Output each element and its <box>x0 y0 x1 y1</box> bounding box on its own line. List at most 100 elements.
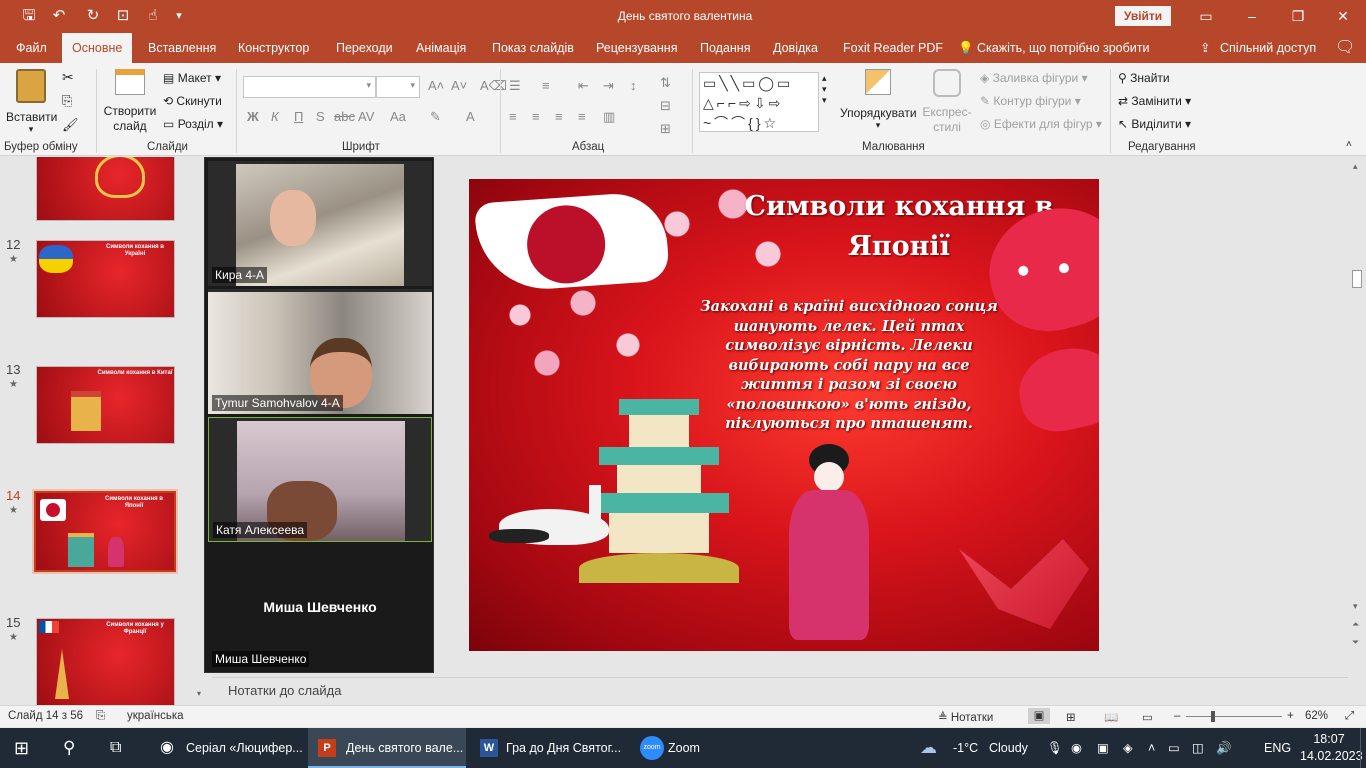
weather-temp[interactable]: -1°C <box>953 728 978 768</box>
copy-icon[interactable]: ⎘ <box>62 93 72 109</box>
slide-thumbnail-selected[interactable]: Символи кохання в Японії <box>32 489 178 574</box>
save-icon[interactable]: 🖫 <box>18 6 40 26</box>
signin-button[interactable]: Увійти <box>1115 6 1171 26</box>
grow-font-icon[interactable]: A˄ <box>428 78 444 93</box>
restore-icon[interactable]: ❐ <box>1275 0 1321 33</box>
fit-slide-icon[interactable]: ⤢ <box>1345 710 1354 723</box>
task-view-icon[interactable]: ⧉ <box>110 728 121 768</box>
share-button[interactable]: Спільний доступ <box>1220 33 1316 63</box>
network-icon[interactable]: ◫ <box>1192 728 1204 768</box>
redo-icon[interactable]: ↻ <box>82 6 104 26</box>
notes-placeholder[interactable]: Нотатки до слайда <box>228 683 341 698</box>
replace-button[interactable]: ⇄ Замінити ▾ <box>1118 94 1191 108</box>
new-slide-button[interactable]: Створити слайд <box>102 69 158 134</box>
slide-sorter-icon[interactable]: ⊞ <box>1066 710 1076 724</box>
slide-thumbnail[interactable]: Символи кохання в Китаї <box>36 366 175 444</box>
highlight-icon[interactable]: ✎ <box>430 109 441 125</box>
taskbar-app-word[interactable]: W Гра до Дня Святог... <box>470 728 628 768</box>
scroll-down-icon[interactable]: ▾ <box>1353 601 1358 612</box>
shape-outline-button[interactable]: ✎ Контур фігури ▾ <box>980 94 1081 108</box>
weather-text[interactable]: Cloudy <box>989 728 1028 768</box>
tab-file[interactable]: Файл <box>16 33 47 63</box>
tab-help[interactable]: Довідка <box>773 33 818 63</box>
search-icon[interactable]: ⚲ <box>63 728 75 768</box>
windows-start-icon[interactable]: ⊞ <box>14 728 29 768</box>
layout-button[interactable]: ▤ Макет ▾ <box>163 71 221 85</box>
shadow-button[interactable]: S <box>316 109 325 124</box>
show-desktop-button[interactable] <box>1360 728 1366 768</box>
arrange-button[interactable]: Упорядкувати ▾ <box>840 69 917 131</box>
tab-slideshow[interactable]: Показ слайдів <box>492 33 574 63</box>
vertical-scrollbar[interactable]: ▴ ▾ ⏶ ⏷ <box>1348 157 1366 677</box>
tray-icon[interactable]: ◈ <box>1123 728 1133 768</box>
tab-view[interactable]: Подання <box>700 33 750 63</box>
change-case-button[interactable]: Aa <box>390 109 406 124</box>
quick-styles-button[interactable]: Експрес-стилі <box>920 69 974 135</box>
font-size-combo[interactable]: ▾ <box>376 76 420 98</box>
line-spacing-icon[interactable]: ↕ <box>630 78 637 93</box>
zoom-percent[interactable]: 62% <box>1305 710 1328 722</box>
reading-view-icon[interactable]: 📖 <box>1104 710 1118 724</box>
align-center-icon[interactable]: ≡ <box>532 109 540 124</box>
zoom-slider-track[interactable] <box>1186 716 1282 717</box>
slide-thumbnail[interactable] <box>36 157 175 221</box>
minimize-icon[interactable]: – <box>1229 0 1275 33</box>
comments-icon[interactable]: 🗨 <box>1335 33 1355 63</box>
tab-insert[interactable]: Вставлення <box>148 33 216 63</box>
columns-icon[interactable]: ▥ <box>603 109 615 125</box>
taskbar-app-chrome[interactable]: ◉ Серіал «Люцифер... <box>152 728 304 768</box>
touch-icon[interactable]: ☝ <box>142 6 164 26</box>
language-indicator[interactable]: українська <box>127 710 184 722</box>
shrink-font-icon[interactable]: A˅ <box>451 78 467 93</box>
undo-icon[interactable]: ↶ <box>48 6 70 26</box>
zoom-out-icon[interactable]: – <box>1174 710 1180 722</box>
smartart-icon[interactable]: ⊞ <box>660 121 671 137</box>
spellcheck-icon[interactable]: ⎘ <box>96 710 105 723</box>
underline-button[interactable]: П <box>294 109 303 124</box>
tray-icon[interactable]: ▣ <box>1097 728 1109 768</box>
language-indicator[interactable]: ENG <box>1264 728 1291 768</box>
increase-indent-icon[interactable]: ⇥ <box>603 78 614 94</box>
text-direction-icon[interactable]: ⇅ <box>660 75 671 91</box>
slide-thumbnail[interactable]: Символи кохання у Франції <box>36 618 175 705</box>
tell-me-search[interactable]: Скажіть, що потрібно зробити <box>977 33 1150 63</box>
previous-slide-icon[interactable]: ⏶ <box>1352 619 1359 630</box>
tab-home[interactable]: Основне <box>62 33 133 63</box>
slide-thumbnail[interactable]: Символи кохання в Україні <box>36 240 175 318</box>
taskbar-app-powerpoint[interactable]: P День святого вале... <box>308 728 466 768</box>
select-button[interactable]: ↖ Виділити ▾ <box>1118 117 1191 131</box>
bold-button[interactable]: Ж <box>247 109 259 124</box>
battery-icon[interactable]: ▭ <box>1168 728 1180 768</box>
reset-button[interactable]: ⟲ Скинути <box>163 94 222 108</box>
zoom-slider-thumb[interactable] <box>1211 711 1215 722</box>
normal-view-icon[interactable]: ▣ <box>1028 708 1050 724</box>
present-icon[interactable]: ⊡ <box>112 6 134 26</box>
tab-design[interactable]: Конструктор <box>238 33 309 63</box>
close-icon[interactable]: ✕ <box>1320 0 1366 33</box>
clock-date[interactable]: 14.02.2023 <box>1300 748 1363 764</box>
format-painter-icon[interactable]: 🖌 <box>62 117 79 133</box>
ribbon-display-icon[interactable]: ▭ <box>1183 0 1229 33</box>
bullets-icon[interactable]: ☰ <box>509 78 521 94</box>
shape-fill-button[interactable]: ◈ Заливка фігури ▾ <box>980 71 1088 85</box>
notes-toggle-button[interactable]: ≜ Нотатки <box>938 710 993 724</box>
shapes-gallery[interactable]: ▭╲╲▭◯▭ △⌐⌐⇨⇩⇨ ~⌒⌒{}☆ <box>699 72 819 132</box>
cut-icon[interactable]: ✂ <box>62 69 74 86</box>
strikethrough-icon[interactable]: abc <box>334 109 355 124</box>
scroll-down-icon[interactable]: ▾ <box>197 689 201 698</box>
slide-body-text[interactable]: Закохані в країні висхідного сонця шаную… <box>694 297 1004 434</box>
italic-button[interactable]: К <box>271 109 279 124</box>
slideshow-view-icon[interactable]: ▭ <box>1142 710 1153 724</box>
scrollbar-thumb[interactable] <box>1352 270 1362 288</box>
decrease-indent-icon[interactable]: ⇤ <box>578 78 589 94</box>
collapse-ribbon-icon[interactable]: ˄ <box>1346 139 1352 150</box>
tab-review[interactable]: Рецензування <box>596 33 677 63</box>
chevron-up-icon[interactable]: ˄ <box>1148 728 1155 768</box>
gallery-scroll-icon[interactable]: ▴ ▾ ▾ <box>822 73 827 106</box>
microphone-icon[interactable]: 🎙 <box>1047 728 1063 768</box>
clock-time[interactable]: 18:07 <box>1300 731 1358 747</box>
taskbar-app-zoom[interactable]: zoom Zoom <box>632 728 710 768</box>
tab-foxit[interactable]: Foxit Reader PDF <box>843 33 943 63</box>
next-slide-icon[interactable]: ⏷ <box>1352 637 1359 648</box>
zoom-in-icon[interactable]: + <box>1287 710 1294 722</box>
